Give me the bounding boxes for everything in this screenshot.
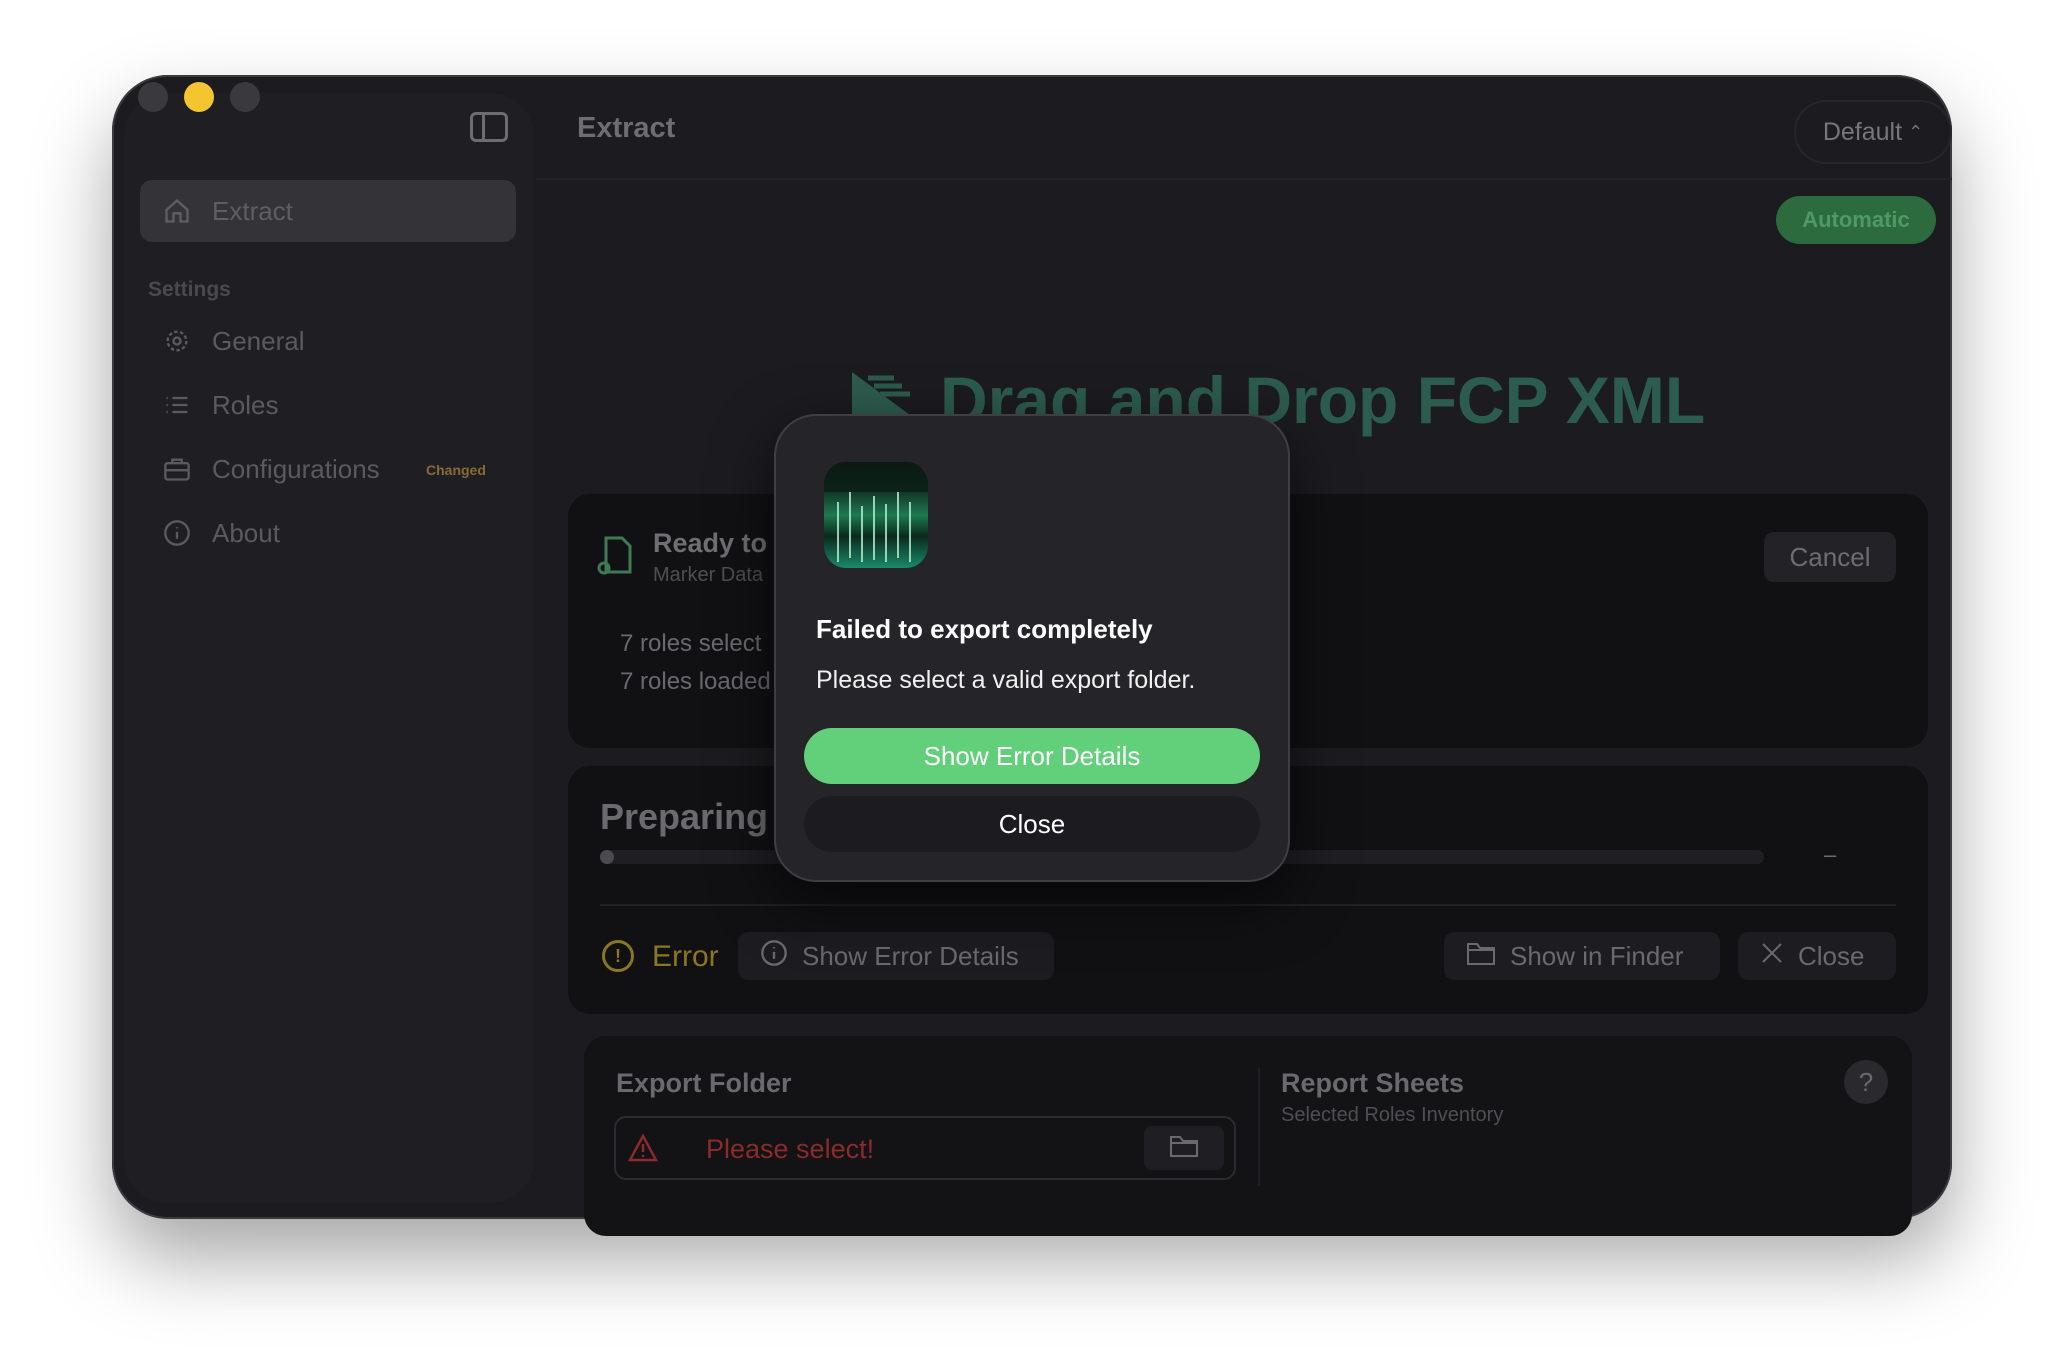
progress-fill: [600, 850, 614, 864]
mode-badge[interactable]: Automatic: [1776, 196, 1936, 244]
sidebar-item-label: Extract: [212, 195, 293, 226]
info-icon: [760, 939, 788, 974]
info-icon: [162, 518, 192, 548]
folder-icon: [1169, 1134, 1199, 1163]
briefcase-icon: [162, 454, 192, 484]
ready-subtitle: Marker Data: [653, 564, 764, 586]
warning-circle-icon: !: [602, 940, 634, 972]
roles-loaded-text: 7 roles loaded: [620, 668, 771, 695]
ready-title: Ready to: [653, 528, 768, 558]
house-icon: [162, 196, 192, 226]
sidebar-item-general[interactable]: General: [140, 310, 516, 372]
roles-selected-text: 7 roles select: [620, 630, 762, 657]
choose-folder-button[interactable]: [1144, 1126, 1224, 1170]
show-error-details-button[interactable]: Show Error Details: [738, 932, 1054, 980]
changed-badge: Changed: [426, 462, 486, 478]
close-button[interactable]: Close: [1738, 932, 1896, 980]
button-label: Close: [1798, 940, 1865, 971]
sidebar-section-label: Settings: [148, 278, 231, 301]
report-sheets-label: Report Sheets: [1281, 1068, 1465, 1098]
button-label: Show Error Details: [802, 940, 1019, 971]
sidebar-item-label: Configurations: [212, 453, 380, 484]
sidebar-item-label: General: [212, 325, 305, 356]
sidebar: [124, 93, 534, 1203]
page-title: Extract: [577, 112, 676, 144]
export-folder-placeholder: Please select!: [706, 1134, 875, 1164]
zoom-window-button[interactable]: [230, 82, 260, 112]
report-sheets-subtitle: Selected Roles Inventory: [1281, 1104, 1504, 1126]
sidebar-item-about[interactable]: About: [140, 502, 516, 564]
error-label: Error: [652, 940, 719, 973]
gear-icon: [162, 326, 192, 356]
sidebar-item-extract[interactable]: Extract: [140, 180, 516, 242]
preparing-label: Preparing: [600, 796, 769, 837]
app-icon: [824, 462, 928, 568]
dialog-show-error-details-button[interactable]: Show Error Details: [804, 728, 1260, 784]
progress-dash: –: [1824, 842, 1837, 867]
minimize-window-button[interactable]: [184, 82, 214, 112]
document-music-icon: [596, 536, 634, 576]
help-button[interactable]: ?: [1844, 1060, 1888, 1104]
cancel-button[interactable]: Cancel: [1764, 532, 1896, 582]
folder-icon: [1466, 940, 1496, 973]
preset-selector[interactable]: Default ⌃: [1794, 100, 1952, 164]
close-icon: [1760, 941, 1784, 972]
progress-divider: [600, 904, 1896, 906]
button-label: Show in Finder: [1510, 940, 1684, 971]
dialog-close-button[interactable]: Close: [804, 796, 1260, 852]
sidebar-item-label: About: [212, 517, 280, 548]
sidebar-item-roles[interactable]: Roles: [140, 374, 516, 436]
toolbar-divider: [536, 178, 1952, 180]
sidebar-item-label: Roles: [212, 389, 279, 420]
sidebar-toggle-icon[interactable]: [470, 112, 508, 142]
chevron-updown-icon: ⌃: [1908, 121, 1924, 142]
export-divider: [1258, 1068, 1260, 1186]
list-icon: [162, 390, 192, 420]
dialog-message: Please select a valid export folder.: [816, 666, 1196, 694]
export-folder-label: Export Folder: [616, 1068, 792, 1098]
show-in-finder-button[interactable]: Show in Finder: [1444, 932, 1720, 980]
dialog-title: Failed to export completely: [816, 614, 1153, 644]
preset-label: Default: [1822, 117, 1903, 146]
warning-triangle-icon: [627, 1133, 659, 1162]
close-window-button[interactable]: [138, 82, 168, 112]
